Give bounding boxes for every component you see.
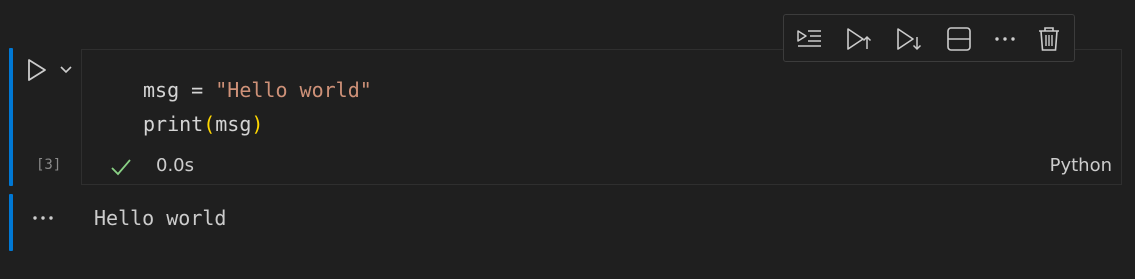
code-token-function: print [143, 112, 204, 136]
cell-output: Hello world [94, 206, 227, 230]
execute-above-icon [847, 28, 872, 50]
code-token-close-paren: ) [251, 112, 264, 136]
cell-toolbar [783, 14, 1075, 62]
delete-cell-button[interactable] [1034, 24, 1064, 54]
execute-options-button[interactable] [58, 62, 74, 78]
more-actions-button[interactable] [990, 24, 1020, 54]
split-cell-icon [947, 27, 971, 51]
code-token-open-paren: ( [203, 112, 216, 136]
cell-language-picker[interactable]: Python [1050, 155, 1112, 176]
execute-below-button[interactable] [894, 24, 924, 54]
output-focus-indicator [9, 194, 13, 251]
play-icon [28, 59, 46, 81]
code-token-operator: = [179, 78, 216, 102]
execute-cell-button[interactable] [25, 57, 49, 83]
check-icon [110, 156, 132, 178]
execute-above-button[interactable] [844, 24, 874, 54]
code-line-2[interactable]: print(msg) [143, 112, 263, 136]
ellipsis-icon [33, 216, 53, 220]
code-line-1[interactable]: msg = "Hello world" [143, 78, 372, 102]
chevron-down-icon [60, 66, 72, 74]
trash-icon [1039, 27, 1059, 51]
run-by-line-button[interactable] [794, 24, 824, 54]
execute-below-icon [897, 28, 922, 51]
execution-time: 0.0s [156, 155, 195, 176]
code-token-variable: msg [143, 78, 180, 102]
code-token-argument: msg [215, 112, 252, 136]
run-by-line-icon [797, 30, 821, 47]
more-actions-icon [995, 37, 1015, 41]
cell-focus-indicator [9, 48, 13, 186]
execution-count: [3] [36, 157, 62, 173]
code-token-string: "Hello world" [215, 78, 372, 102]
output-actions-button[interactable] [30, 205, 56, 231]
split-cell-button[interactable] [944, 24, 974, 54]
